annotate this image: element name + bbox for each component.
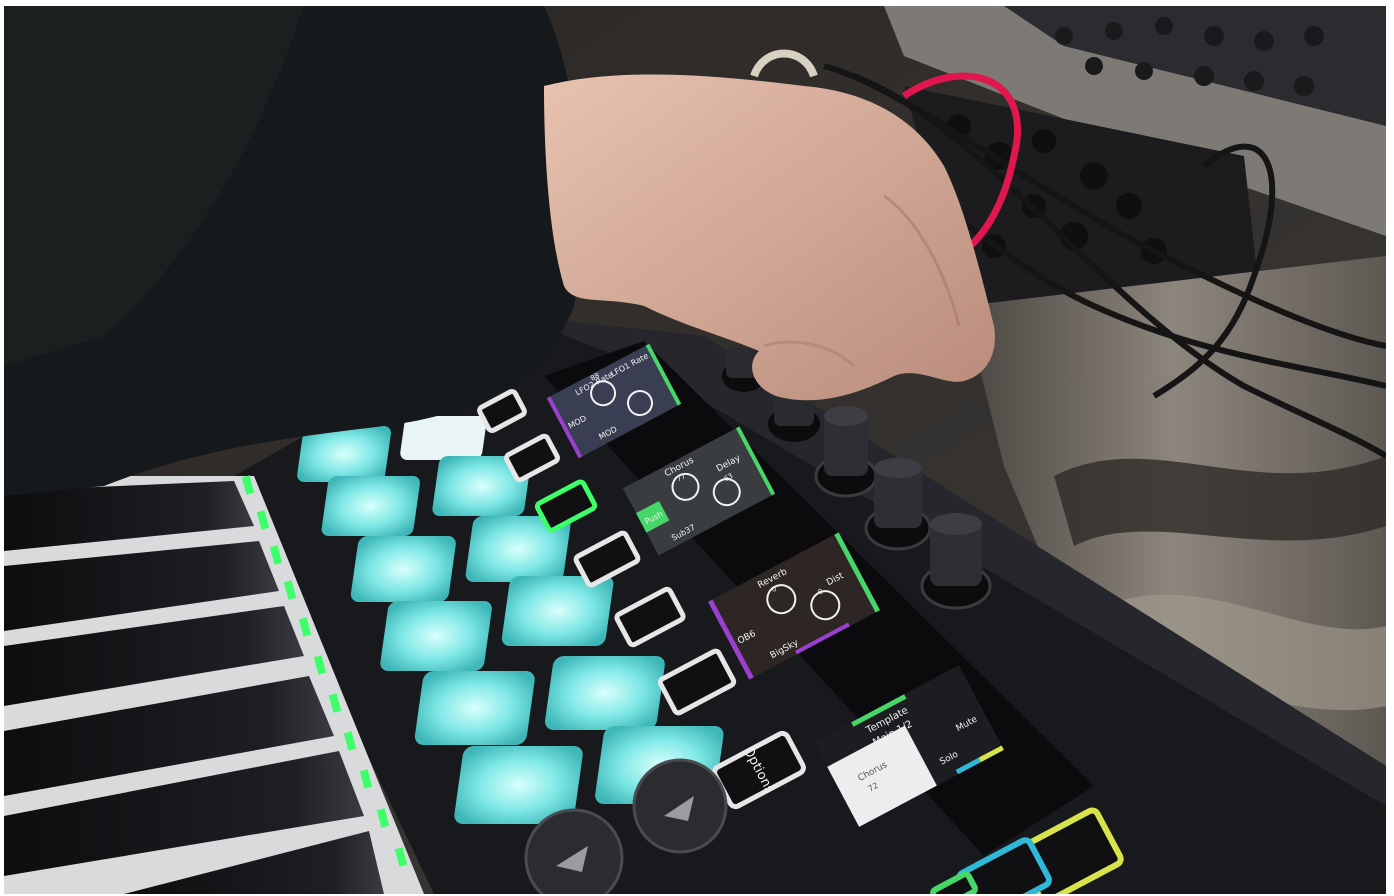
photo-scene: Options LFO2 Rate LFO1 Rate MOD MOD 88 C…	[4, 6, 1386, 894]
photo: Options LFO2 Rate LFO1 Rate MOD MOD 88 C…	[4, 6, 1386, 894]
pad[interactable]	[379, 601, 493, 671]
pad[interactable]	[501, 576, 615, 646]
pad[interactable]	[544, 656, 666, 730]
pad[interactable]	[350, 536, 457, 602]
arrow-down-button[interactable]	[524, 808, 624, 894]
pad[interactable]	[321, 476, 421, 536]
pad[interactable]	[399, 416, 487, 460]
pad[interactable]	[414, 671, 536, 745]
